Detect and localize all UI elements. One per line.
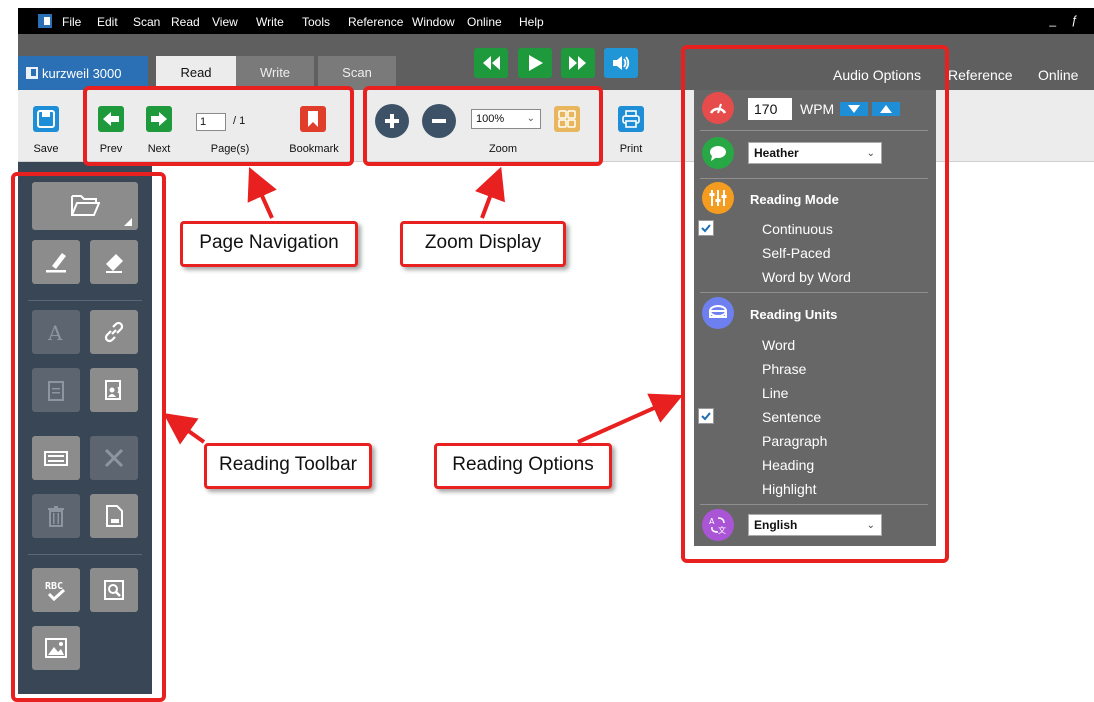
zoom-display-callout: Zoom Display bbox=[400, 221, 566, 267]
zoom-display-arrow bbox=[474, 166, 505, 219]
reading-options-arrow bbox=[577, 393, 683, 444]
annotation-arrows bbox=[163, 166, 683, 445]
reading-toolbar-callout: Reading Toolbar bbox=[204, 443, 372, 489]
reading-toolbar-arrow bbox=[163, 413, 206, 445]
reading-options-callout: Reading Options bbox=[434, 443, 612, 489]
page-navigation-arrow bbox=[247, 167, 277, 219]
page-navigation-callout: Page Navigation bbox=[180, 221, 358, 267]
